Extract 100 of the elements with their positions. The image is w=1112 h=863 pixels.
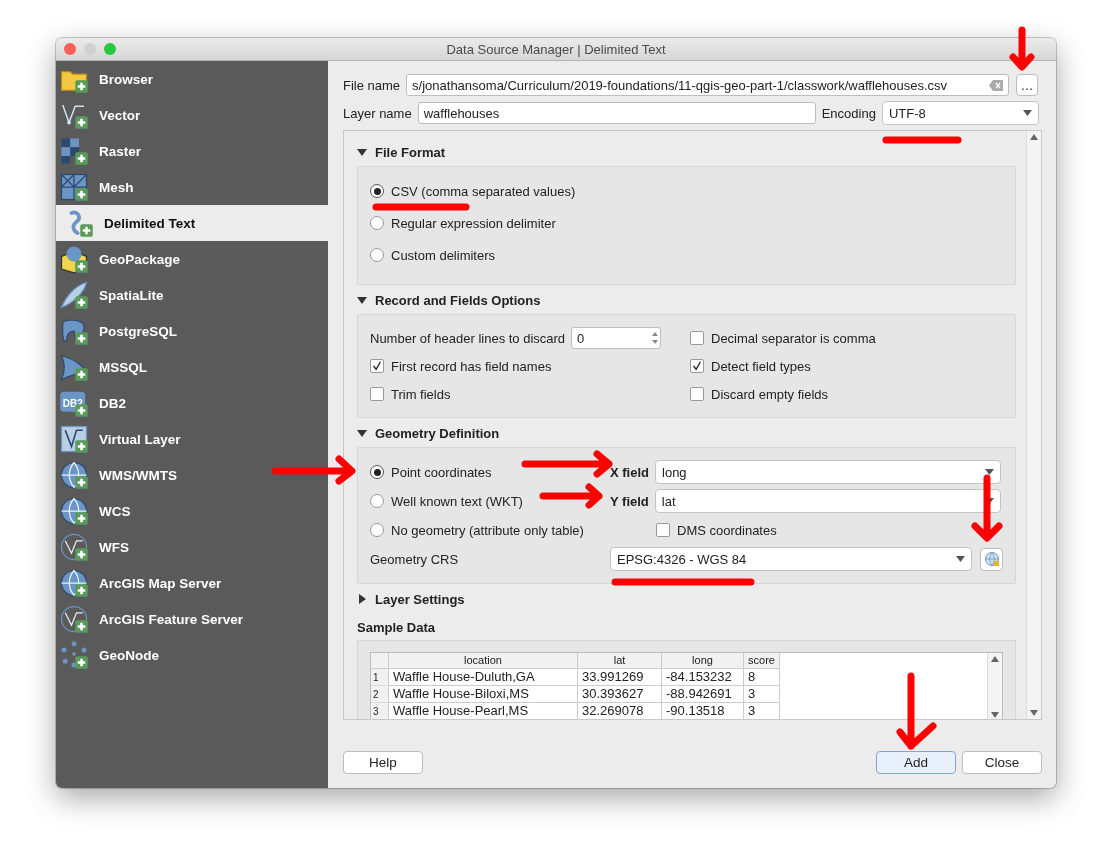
field-label: File name	[343, 77, 401, 93]
column-header[interactable]: score	[744, 653, 780, 669]
table-cell: -88.942691	[662, 686, 744, 703]
sidebar-item[interactable]: GeoPackage	[56, 241, 328, 277]
table-cell: 3	[744, 686, 780, 703]
radio-indicator[interactable]	[370, 523, 384, 537]
sidebar-item[interactable]: WMS/WMTS	[56, 457, 328, 493]
globe-plus-icon	[59, 568, 89, 598]
header-lines-spinbox[interactable]: 0	[571, 327, 662, 349]
dialog-button[interactable]: Help	[343, 751, 423, 774]
checkbox[interactable]: DMS coordinates	[656, 519, 777, 541]
x-field-dropdown[interactable]: long	[655, 460, 1001, 484]
checkmark-icon	[691, 360, 703, 372]
sidebar-item[interactable]: Vector	[56, 97, 328, 133]
checkbox[interactable]: First record has field names	[370, 355, 552, 377]
radio-indicator[interactable]	[370, 216, 384, 230]
radio-indicator[interactable]	[370, 494, 384, 508]
checkbox[interactable]: Discard empty fields	[690, 383, 829, 405]
cube-globe-plus-icon	[59, 244, 89, 274]
radio-button[interactable]: No geometry (attribute only table)	[370, 519, 584, 541]
checkbox[interactable]: Trim fields	[370, 383, 451, 405]
column-header[interactable]: long	[662, 653, 744, 669]
scroll-up-icon[interactable]	[991, 656, 999, 662]
table-cell: 32.269078	[578, 703, 662, 719]
radio-indicator[interactable]	[370, 248, 384, 262]
field-label: Encoding	[821, 105, 876, 121]
scroll-down-icon[interactable]	[1030, 710, 1038, 716]
scrollbar[interactable]	[987, 653, 1002, 719]
disclosure-triangle-icon[interactable]	[357, 594, 367, 604]
caret-icon	[1022, 110, 1032, 116]
table-cell: 8	[744, 669, 780, 686]
window-title: Data Source Manager | Delimited Text	[446, 41, 666, 57]
sidebar-item[interactable]: Mesh	[56, 169, 328, 205]
dialog-button[interactable]: Close	[962, 751, 1042, 774]
sidebar-item[interactable]: ArcGIS Map Server	[56, 565, 328, 601]
caret-icon	[956, 556, 965, 562]
globe-plus-icon	[59, 460, 89, 490]
sidebar-item[interactable]: SpatiaLite	[56, 277, 328, 313]
annotation-arrow	[970, 474, 1004, 544]
sidebar-item[interactable]: MSSQL	[56, 349, 328, 385]
sidebar-item[interactable]: Virtual Layer	[56, 421, 328, 457]
sidebar-item[interactable]: ArcGIS Feature Server	[56, 601, 328, 637]
sidebar-item[interactable]: WCS	[56, 493, 328, 529]
sidebar-item[interactable]: Delimited Text	[56, 205, 328, 241]
globe-icon	[983, 551, 1000, 567]
field-label: X field	[610, 464, 650, 480]
sidebar-item[interactable]: Raster	[56, 133, 328, 169]
field-label: Y field	[610, 493, 650, 509]
row-number: 1	[371, 669, 389, 686]
radio-button[interactable]: CSV (comma separated values)	[370, 180, 576, 202]
layer-name-field[interactable]: wafflehouses	[417, 102, 816, 124]
table-cell: Waffle House-Pearl,MS	[389, 703, 578, 719]
table-cell: -90.13518	[662, 703, 744, 719]
disclosure-triangle-icon[interactable]	[357, 428, 367, 438]
crs-dropdown[interactable]: EPSG:4326 - WGS 84	[610, 547, 972, 571]
column-header[interactable]: location	[389, 653, 578, 669]
dots-plus-icon	[59, 640, 89, 670]
row-number: 3	[371, 703, 389, 719]
table-corner	[371, 653, 389, 669]
radio-indicator[interactable]	[370, 465, 384, 479]
radio-button[interactable]: Point coordinates	[370, 461, 492, 483]
table-cell: 3	[744, 703, 780, 719]
row-number: 2	[371, 686, 389, 703]
disclosure-triangle-icon[interactable]	[357, 147, 367, 157]
sidebar-item[interactable]: PostgreSQL	[56, 313, 328, 349]
scroll-down-icon[interactable]	[991, 712, 999, 718]
table-cell: 30.393627	[578, 686, 662, 703]
table-cell: Waffle House-Duluth,GA	[389, 669, 578, 686]
sidebar-item[interactable]: GeoNode	[56, 637, 328, 673]
checker-grid-plus-icon	[59, 136, 89, 166]
column-header[interactable]: lat	[578, 653, 662, 669]
checkbox[interactable]: Decimal separator is comma	[690, 327, 876, 349]
dialog-button[interactable]: Add	[876, 751, 956, 774]
spin-arrows-icon[interactable]	[650, 330, 661, 346]
scrollbar[interactable]	[1026, 131, 1041, 719]
table-cell: 33.991269	[578, 669, 662, 686]
section-title: File Format	[375, 144, 446, 160]
scroll-up-icon[interactable]	[1030, 134, 1038, 140]
disclosure-triangle-icon[interactable]	[357, 295, 367, 305]
radio-button[interactable]: Well known text (WKT)	[370, 490, 523, 512]
checkbox[interactable]: Detect field types	[690, 355, 811, 377]
sidebar-item[interactable]: WFS	[56, 529, 328, 565]
globe-polyline-plus-icon	[59, 532, 89, 562]
radio-indicator[interactable]	[370, 184, 384, 198]
annotation-arrow	[1008, 26, 1036, 72]
field-label: Geometry CRS	[370, 551, 460, 567]
section-title: Sample Data	[357, 619, 436, 635]
checkmark-icon	[371, 360, 383, 372]
field-label: Layer name	[343, 105, 412, 121]
sidebar-item[interactable]: Browser	[56, 61, 328, 97]
browse-button[interactable]: …	[1016, 74, 1039, 96]
file-name-field[interactable]: s/jonathansoma/Curriculum/2019-foundations/11-qgis-geo-part-1/classwork/wafflehouses.csv	[406, 74, 1010, 96]
table-cell: Waffle House-Biloxi,MS	[389, 686, 578, 703]
globe-polyline-plus-icon	[59, 604, 89, 634]
radio-button[interactable]: Regular expression delimiter	[370, 212, 556, 234]
radio-button[interactable]: Custom delimiters	[370, 244, 496, 266]
crs-select-button[interactable]	[980, 547, 1003, 571]
table-cell: -84.153232	[662, 669, 744, 686]
encoding-dropdown[interactable]: UTF-8	[881, 101, 1039, 125]
field-label: Number of header lines to discard	[370, 330, 566, 346]
